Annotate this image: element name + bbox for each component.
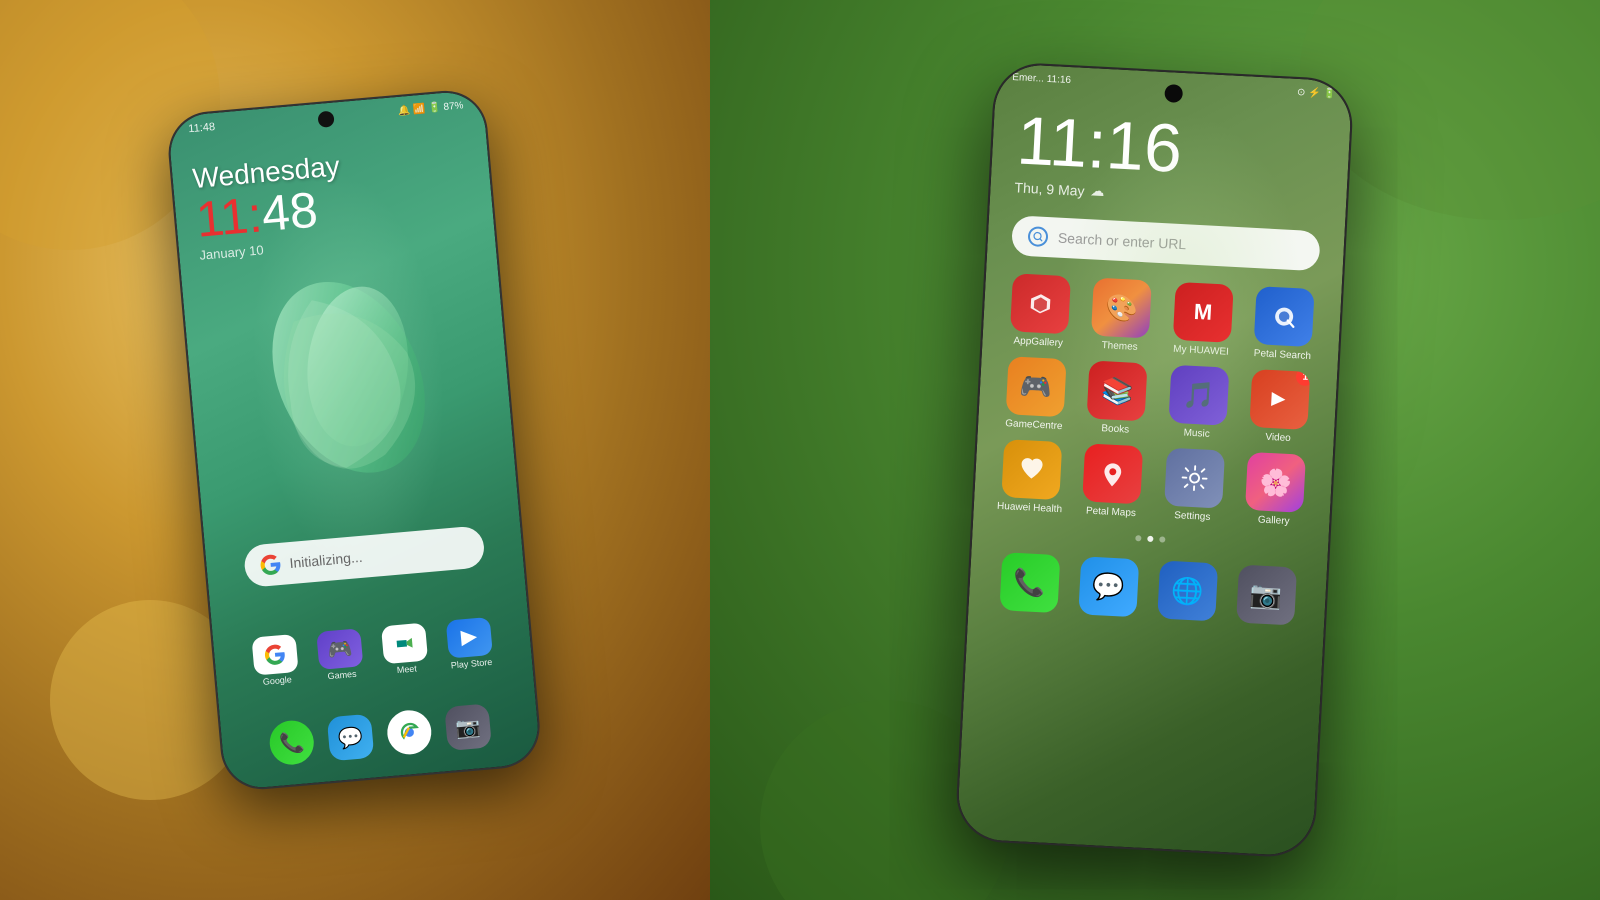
- app-label-myhuawei: My HUAWEI: [1173, 344, 1229, 358]
- dock-cell-browser[interactable]: 🌐: [1157, 560, 1218, 621]
- app-label-petalsearch: Petal Search: [1254, 348, 1312, 362]
- dock-icon-messages: 💬: [1078, 556, 1139, 617]
- right-big-clock: 11:16: [1015, 106, 1326, 190]
- app-cell-myhuawei[interactable]: M My HUAWEI: [1165, 281, 1240, 358]
- app-icon-themes: 🎨: [1091, 278, 1152, 339]
- dock-cell-phone[interactable]: 📞: [999, 552, 1060, 613]
- app-icons-row-left: Google 🎮 Games Meet: [248, 617, 496, 688]
- app-cell-settings[interactable]: Settings: [1156, 447, 1231, 524]
- app-icon-gallery: 🌸: [1245, 452, 1306, 513]
- app-cell-petalsearch[interactable]: Petal Search: [1246, 286, 1321, 363]
- app-label-games: Games: [327, 669, 357, 681]
- app-label-music: Music: [1183, 427, 1210, 439]
- app-cell-themes[interactable]: 🎨 Themes: [1084, 277, 1159, 354]
- dock-cell-camera[interactable]: 📷: [1236, 565, 1297, 626]
- search-placeholder-right: Search or enter URL: [1058, 230, 1187, 253]
- phone-screen-left: 11:48 🔔 📶 🔋 87% Wednesday 11:48 January …: [167, 90, 541, 791]
- dock-left: 📞 💬 📷: [268, 703, 492, 766]
- app-icon-video: 1: [1250, 369, 1311, 430]
- app-icon-myhuawei: M: [1173, 282, 1234, 343]
- dock-camera-left[interactable]: 📷: [444, 703, 492, 751]
- status-icons-right: ⊙ ⚡ 🔋: [1297, 87, 1336, 100]
- dot-3: [1159, 536, 1165, 542]
- app-label-video: Video: [1265, 432, 1291, 444]
- left-panel: 11:48 🔔 📶 🔋 87% Wednesday 11:48 January …: [0, 0, 710, 900]
- weather-icon: ☁: [1090, 182, 1105, 200]
- app-cell-video[interactable]: 1 Video: [1242, 369, 1317, 446]
- app-cell-health[interactable]: Huawei Health: [994, 439, 1069, 516]
- right-panel: Emer... 11:16 ⊙ ⚡ 🔋 11:16 Thu, 9 May ☁: [710, 0, 1600, 900]
- phone-screen-right: Emer... 11:16 ⊙ ⚡ 🔋 11:16 Thu, 9 May ☁: [956, 63, 1352, 857]
- search-bar-right[interactable]: Search or enter URL: [1011, 215, 1321, 271]
- search-placeholder-left: Initializing...: [289, 549, 363, 571]
- app-label-settings: Settings: [1174, 510, 1211, 523]
- app-grid-right: AppGallery 🎨 Themes M My HUAWEI: [973, 264, 1342, 537]
- app-label-meet: Meet: [396, 663, 417, 675]
- dot-1: [1135, 535, 1141, 541]
- clock-hours: 11: [194, 188, 251, 248]
- app-cell-petalmaps[interactable]: Petal Maps: [1075, 443, 1150, 520]
- app-label-appgallery: AppGallery: [1013, 335, 1063, 349]
- app-label-gamecentre: GameCentre: [1005, 418, 1063, 432]
- app-cell-music[interactable]: 🎵 Music: [1161, 364, 1236, 441]
- app-label-petalmaps: Petal Maps: [1086, 505, 1137, 519]
- right-time-section: 11:16 Thu, 9 May ☁: [990, 90, 1351, 222]
- status-left-right: Emer... 11:16: [1012, 72, 1071, 86]
- wallpaper-shape: [227, 228, 471, 526]
- dock-icon-camera: 📷: [1236, 565, 1297, 626]
- app-cell-gallery[interactable]: 🌸 Gallery: [1238, 452, 1313, 529]
- app-icon-books: 📚: [1087, 360, 1148, 421]
- app-cell-appgallery[interactable]: AppGallery: [1002, 273, 1077, 350]
- right-date-line: Thu, 9 May ☁: [1014, 178, 1322, 211]
- app-label-playstore: Play Store: [450, 657, 492, 671]
- app-label-google: Google: [262, 674, 292, 686]
- app-label-themes: Themes: [1101, 340, 1138, 353]
- right-date: Thu, 9 May: [1014, 179, 1085, 199]
- app-label-books: Books: [1101, 423, 1129, 435]
- app-icon-petalsearch: [1254, 286, 1315, 347]
- dock-cell-messages[interactable]: 💬: [1078, 556, 1139, 617]
- status-time-left: 11:48: [188, 121, 216, 135]
- app-games[interactable]: 🎮 Games: [313, 628, 367, 682]
- dock-phone-left[interactable]: 📞: [268, 719, 316, 767]
- google-icon: [259, 553, 283, 577]
- phone-left: 11:48 🔔 📶 🔋 87% Wednesday 11:48 January …: [165, 87, 543, 792]
- dock-icon-browser: 🌐: [1157, 560, 1218, 621]
- app-google[interactable]: Google: [248, 634, 302, 688]
- app-playstore[interactable]: Play Store: [443, 617, 497, 671]
- dock-messages-left[interactable]: 💬: [327, 714, 375, 762]
- dot-2: [1147, 536, 1153, 542]
- app-icon-petalmaps: [1082, 443, 1143, 504]
- app-icon-music: 🎵: [1168, 365, 1229, 426]
- video-badge: 1: [1296, 369, 1311, 386]
- app-icon-health: [1001, 439, 1062, 500]
- phone-right: Emer... 11:16 ⊙ ⚡ 🔋 11:16 Thu, 9 May ☁: [954, 61, 1354, 859]
- app-meet[interactable]: Meet: [378, 622, 432, 676]
- app-icon-settings: [1164, 448, 1225, 509]
- clock-minutes: 48: [259, 181, 319, 242]
- dock-chrome-left[interactable]: [385, 709, 433, 757]
- app-cell-gamecentre[interactable]: 🎮 GameCentre: [998, 356, 1073, 433]
- search-bar-left[interactable]: Initializing...: [243, 525, 486, 588]
- app-label-gallery: Gallery: [1258, 514, 1290, 527]
- app-cell-books[interactable]: 📚 Books: [1079, 360, 1154, 437]
- status-icons-left: 🔔 📶 🔋 87%: [397, 100, 463, 117]
- search-icon-right: [1027, 226, 1048, 247]
- app-label-health: Huawei Health: [997, 501, 1063, 515]
- app-icon-gamecentre: 🎮: [1005, 356, 1066, 417]
- app-icon-appgallery: [1010, 273, 1071, 334]
- dock-icon-phone: 📞: [999, 552, 1060, 613]
